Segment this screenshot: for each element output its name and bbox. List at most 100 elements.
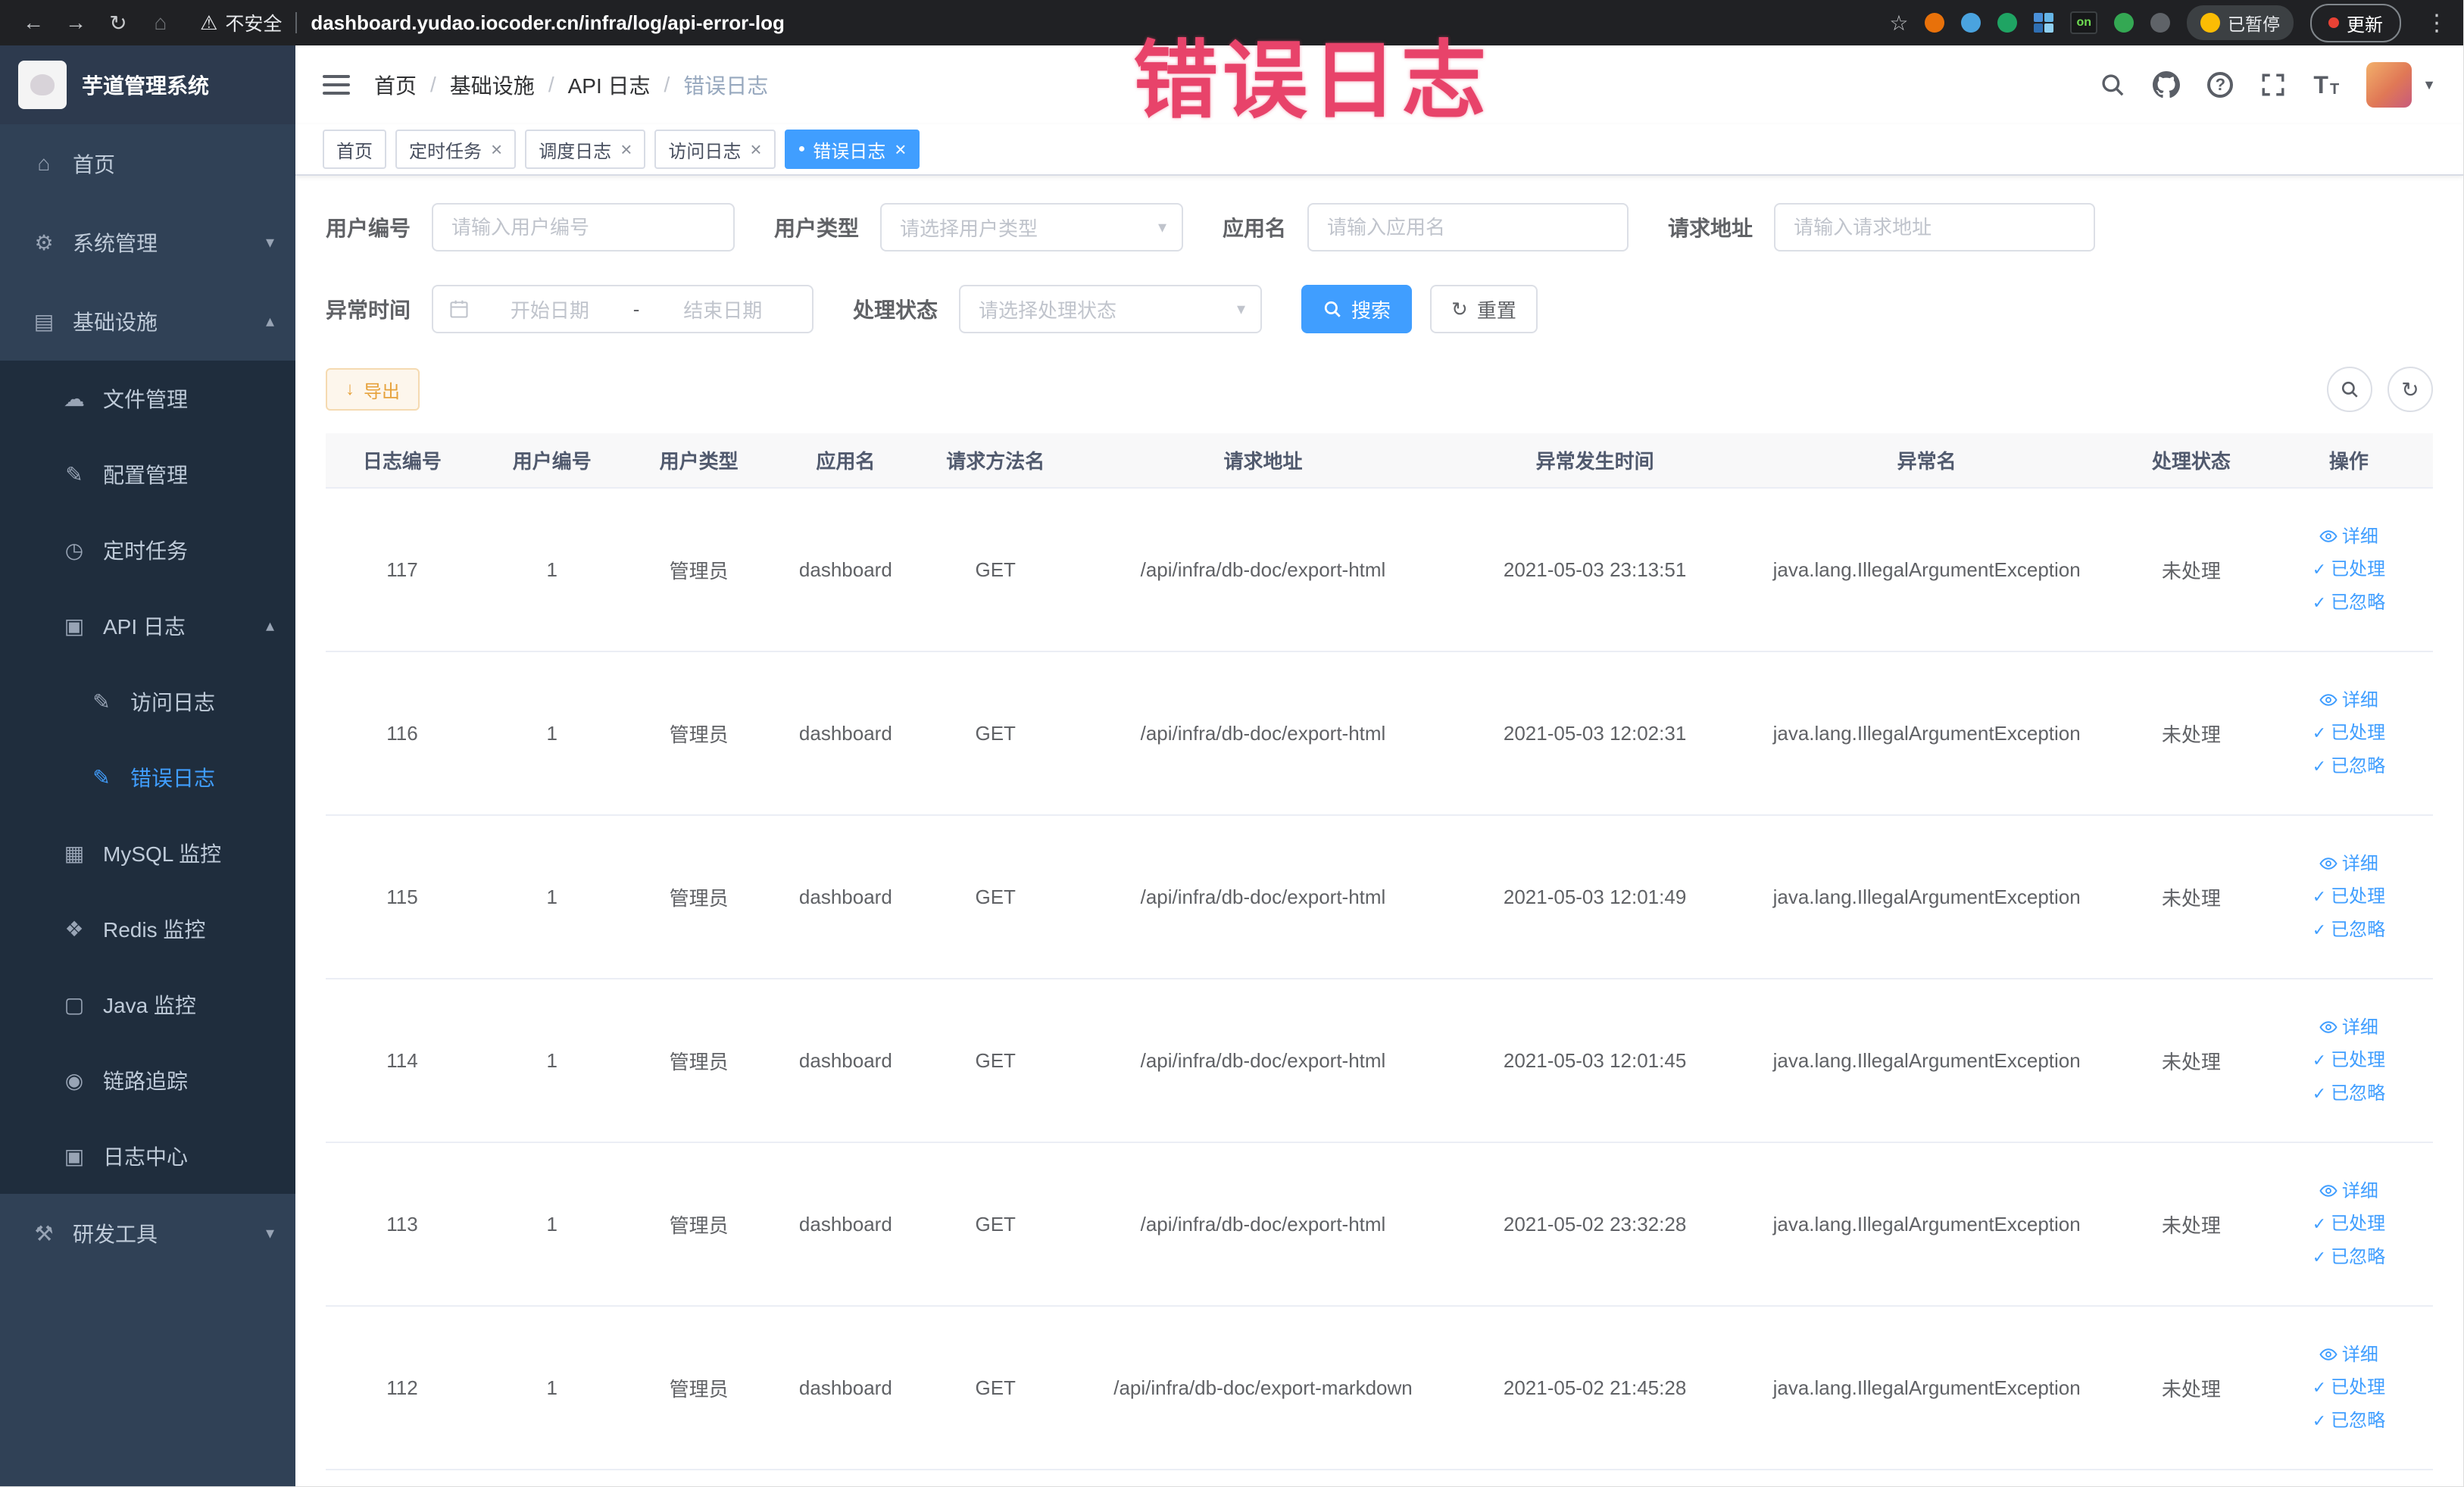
breadcrumb-item[interactable]: API 日志 xyxy=(568,70,651,100)
reset-button[interactable]: ↻ 重置 xyxy=(1430,285,1538,333)
github-icon[interactable] xyxy=(2153,71,2181,98)
toggle-search-button[interactable] xyxy=(2327,367,2372,412)
tab-home[interactable]: 首页 xyxy=(323,130,386,169)
mark-processed-link[interactable]: ✓ 已处理 xyxy=(2313,557,2385,583)
sidebar-item-label: 错误日志 xyxy=(130,767,216,790)
detail-link[interactable]: 详细 xyxy=(2319,524,2378,550)
mark-processed-link[interactable]: ✓ 已处理 xyxy=(2313,884,2385,910)
mark-ignored-link[interactable]: ✓ 已忽略 xyxy=(2313,1245,2385,1270)
detail-link[interactable]: 详细 xyxy=(2319,1015,2378,1041)
user-avatar-menu[interactable]: ▼ xyxy=(2366,62,2436,108)
close-icon[interactable]: × xyxy=(750,139,761,159)
cell-exception-name: java.lang.IllegalArgumentException xyxy=(1735,651,2119,816)
breadcrumb-separator: / xyxy=(548,73,554,96)
date-range-picker[interactable]: 开始日期 - 结束日期 xyxy=(432,285,814,333)
address-bar[interactable]: ⚠ 不安全 dashboard.yudao.iocoder.cn/infra/l… xyxy=(200,9,1883,36)
sidebar-item-mysql-monitor[interactable]: ▦ MySQL 监控 xyxy=(0,815,295,891)
security-label: 不安全 xyxy=(225,14,283,35)
user-id-input[interactable] xyxy=(432,203,735,251)
extension-icon-2[interactable] xyxy=(1961,13,1982,33)
browser-update-button[interactable]: 更新 xyxy=(2310,3,2401,42)
refresh-table-button[interactable]: ↻ xyxy=(2387,367,2433,412)
breadcrumb-item[interactable]: 基础设施 xyxy=(450,70,535,100)
extension-icon-on-badge[interactable]: on xyxy=(2070,11,2097,34)
mark-ignored-link[interactable]: ✓ 已忽略 xyxy=(2313,1081,2385,1107)
browser-forward-button[interactable]: → xyxy=(58,6,94,39)
eye-icon: ◉ xyxy=(64,1068,84,1092)
breadcrumb-item[interactable]: 首页 xyxy=(374,70,417,100)
search-button[interactable]: 搜索 xyxy=(1301,285,1413,333)
browser-home-button[interactable]: ⌂ xyxy=(142,6,179,39)
browser-back-button[interactable]: ← xyxy=(15,6,52,39)
mark-ignored-link[interactable]: ✓ 已忽略 xyxy=(2313,590,2385,616)
sidebar-item-config-management[interactable]: ✎ 配置管理 xyxy=(0,436,295,512)
mark-processed-link[interactable]: ✓ 已处理 xyxy=(2313,1375,2385,1401)
mark-ignored-link[interactable]: ✓ 已忽略 xyxy=(2313,1408,2385,1434)
user-type-select[interactable]: 请选择用户类型 ▾ xyxy=(880,203,1184,251)
column-header-app-name: 应用名 xyxy=(772,433,920,489)
export-button[interactable]: ↓ 导出 xyxy=(326,368,420,411)
detail-link[interactable]: 详细 xyxy=(2319,851,2378,877)
bookmark-star-icon[interactable]: ☆ xyxy=(1889,11,1908,36)
app-name-input[interactable] xyxy=(1307,203,1629,251)
sidebar-item-file-management[interactable]: ☁ 文件管理 xyxy=(0,361,295,436)
request-url-input[interactable] xyxy=(1774,203,2096,251)
browser-menu-icon[interactable]: ⋮ xyxy=(2425,10,2448,36)
detail-link[interactable]: 详细 xyxy=(2319,1179,2378,1204)
sidebar-item-error-log[interactable]: ✎ 错误日志 xyxy=(0,739,295,815)
security-indicator[interactable]: ⚠ 不安全 xyxy=(200,9,282,36)
sidebar-item-trace[interactable]: ◉ 链路追踪 xyxy=(0,1042,295,1118)
sidebar-item-dev-tools[interactable]: ⚒ 研发工具 ▾ xyxy=(0,1194,295,1273)
extension-icon-6[interactable] xyxy=(2150,13,2170,33)
tab-error-log[interactable]: ● 错误日志 × xyxy=(784,130,920,169)
chevron-down-icon: ▾ xyxy=(1236,299,1246,318)
sidebar-item-home[interactable]: ⌂ 首页 xyxy=(0,124,295,203)
search-icon xyxy=(1324,301,1341,317)
sidebar-toggle-icon[interactable] xyxy=(323,75,350,95)
eye-icon xyxy=(2319,694,2338,707)
detail-link[interactable]: 详细 xyxy=(2319,1342,2378,1368)
sidebar-menu: ⌂ 首页 ⚙ 系统管理 ▾ ▤ 基础设施 ▴ ☁ 文件管理 ✎ 配置管理 ◷ 定… xyxy=(0,124,295,1486)
sidebar-item-java-monitor[interactable]: ▢ Java 监控 xyxy=(0,967,295,1042)
tab-access-log[interactable]: 访问日志 × xyxy=(654,130,776,169)
mark-processed-link[interactable]: ✓ 已处理 xyxy=(2313,1211,2385,1237)
sidebar-item-system-management[interactable]: ⚙ 系统管理 ▾ xyxy=(0,203,295,282)
tab-scheduled-jobs[interactable]: 定时任务 × xyxy=(395,130,517,169)
mark-ignored-link[interactable]: ✓ 已忽略 xyxy=(2313,917,2385,943)
close-icon[interactable]: × xyxy=(620,139,632,159)
url-text: dashboard.yudao.iocoder.cn/infra/log/api… xyxy=(311,11,785,34)
help-icon[interactable]: ? xyxy=(2207,72,2234,98)
tab-schedule-log[interactable]: 调度日志 × xyxy=(525,130,646,169)
paused-badge[interactable]: 已暂停 xyxy=(2187,5,2294,40)
font-size-icon[interactable]: TT xyxy=(2313,73,2339,97)
sidebar-item-api-logs[interactable]: ▣ API 日志 ▴ xyxy=(0,588,295,664)
extension-icon-5[interactable] xyxy=(2114,13,2134,33)
fullscreen-icon[interactable] xyxy=(2260,72,2286,98)
extension-icon-3[interactable] xyxy=(1997,13,2018,33)
sidebar-item-redis-monitor[interactable]: ❖ Redis 监控 xyxy=(0,891,295,967)
navbar-actions: ? TT ▼ xyxy=(2100,62,2436,108)
detail-link[interactable]: 详细 xyxy=(2319,688,2378,714)
cell-actions: 详细 ✓ 已处理 ✓ 已忽略 xyxy=(2264,979,2433,1143)
sidebar-item-infrastructure[interactable]: ▤ 基础设施 ▴ xyxy=(0,282,295,361)
cell-log-id: 115 xyxy=(326,815,479,979)
mark-ignored-link[interactable]: ✓ 已忽略 xyxy=(2313,754,2385,779)
column-header-status: 处理状态 xyxy=(2118,433,2265,489)
mark-processed-link[interactable]: ✓ 已处理 xyxy=(2313,1048,2385,1073)
search-icon[interactable] xyxy=(2100,72,2125,98)
cell-user-id: 1 xyxy=(478,488,626,652)
extension-icon-4[interactable] xyxy=(2034,13,2054,33)
sidebar-item-log-center[interactable]: ▣ 日志中心 xyxy=(0,1118,295,1194)
browser-reload-button[interactable]: ↻ xyxy=(100,6,136,39)
cell-method: GET xyxy=(919,488,1073,652)
cell-user-id: 1 xyxy=(478,651,626,816)
extension-icon-1[interactable] xyxy=(1925,13,1945,33)
close-icon[interactable]: × xyxy=(895,139,906,159)
sidebar-item-scheduled-jobs[interactable]: ◷ 定时任务 xyxy=(0,512,295,588)
close-icon[interactable]: × xyxy=(491,139,502,159)
process-status-select[interactable]: 请选择处理状态 ▾ xyxy=(959,285,1263,333)
mark-processed-link[interactable]: ✓ 已处理 xyxy=(2313,720,2385,746)
app-logo[interactable]: 芋道管理系统 xyxy=(0,45,295,124)
sidebar-item-access-log[interactable]: ✎ 访问日志 xyxy=(0,664,295,739)
start-date-placeholder: 开始日期 xyxy=(510,298,589,322)
